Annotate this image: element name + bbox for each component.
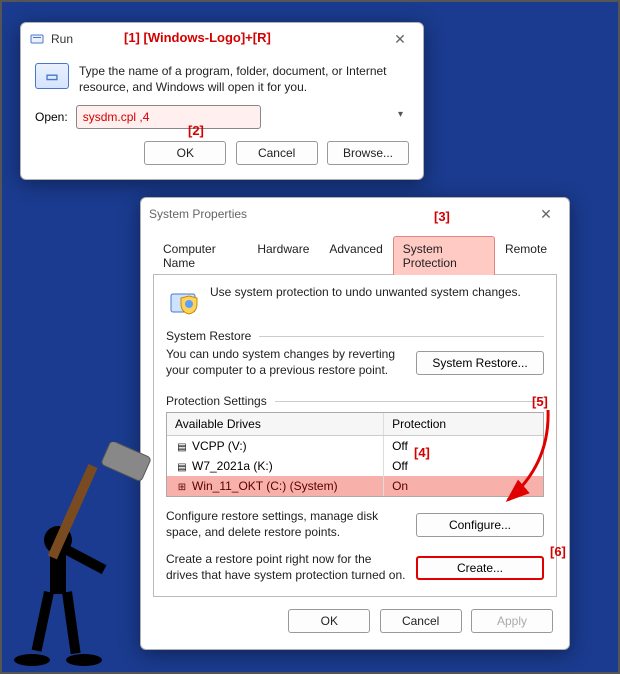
col-protection: Protection xyxy=(384,413,543,435)
drive-icon: ▤ xyxy=(175,462,189,473)
open-label: Open: xyxy=(35,110,68,124)
ok-button[interactable]: OK xyxy=(288,609,370,633)
configure-button[interactable]: Configure... xyxy=(416,513,544,537)
configure-text: Configure restore settings, manage disk … xyxy=(166,509,406,540)
drive-protection: Off xyxy=(384,436,543,456)
group-system-restore: System Restore xyxy=(166,329,251,343)
create-text: Create a restore point right now for the… xyxy=(166,552,406,583)
tab-hardware[interactable]: Hardware xyxy=(247,236,319,275)
drive-protection: Off xyxy=(384,456,543,476)
run-dialog: Run ✕ ▭ Type the name of a program, fold… xyxy=(20,22,424,180)
run-title: Run xyxy=(51,32,385,46)
group-protection-settings: Protection Settings xyxy=(166,394,267,408)
create-button[interactable]: Create... xyxy=(416,556,544,580)
drives-table: Available Drives Protection ▤VCPP (V:) O… xyxy=(166,412,544,497)
system-restore-button[interactable]: System Restore... xyxy=(416,351,544,375)
tab-advanced[interactable]: Advanced xyxy=(319,236,392,275)
drive-icon: ▤ xyxy=(175,442,189,453)
close-icon[interactable]: ✕ xyxy=(385,29,415,49)
close-icon[interactable]: ✕ xyxy=(531,204,561,224)
system-properties-dialog: System Properties ✕ Computer Name Hardwa… xyxy=(140,197,570,650)
table-row-selected[interactable]: ⊞Win_11_OKT (C:) (System) On xyxy=(167,476,543,496)
drive-icon: ⊞ xyxy=(175,482,189,493)
run-titlebar: Run ✕ xyxy=(21,23,423,55)
chevron-down-icon[interactable]: ▾ xyxy=(398,109,403,120)
cancel-button[interactable]: Cancel xyxy=(236,141,318,165)
sysprops-titlebar: System Properties ✕ xyxy=(141,198,569,230)
worker-hammer-icon xyxy=(10,442,160,672)
sysprops-title: System Properties xyxy=(149,207,531,221)
apply-button[interactable]: Apply xyxy=(471,609,553,633)
browse-button[interactable]: Browse... xyxy=(327,141,409,165)
tabs: Computer Name Hardware Advanced System P… xyxy=(153,236,557,275)
drive-protection: On xyxy=(384,476,543,496)
run-app-icon xyxy=(29,31,45,47)
col-available-drives: Available Drives xyxy=(167,413,384,435)
tab-system-protection[interactable]: System Protection xyxy=(393,236,495,275)
drive-name: W7_2021a (K:) xyxy=(192,459,273,473)
drive-name: Win_11_OKT (C:) (System) xyxy=(192,479,338,493)
drive-name: VCPP (V:) xyxy=(192,439,247,453)
run-description: Type the name of a program, folder, docu… xyxy=(79,63,409,95)
restore-text: You can undo system changes by reverting… xyxy=(166,347,406,378)
tab-computer-name[interactable]: Computer Name xyxy=(153,236,247,275)
shield-icon xyxy=(166,285,200,319)
open-input[interactable] xyxy=(76,105,261,129)
ok-button[interactable]: OK xyxy=(144,141,226,165)
tab-content: Use system protection to undo unwanted s… xyxy=(153,275,557,597)
table-row[interactable]: ▤W7_2021a (K:) Off xyxy=(167,456,543,476)
run-prompt-icon: ▭ xyxy=(35,63,69,89)
intro-text: Use system protection to undo unwanted s… xyxy=(210,285,544,301)
table-row[interactable]: ▤VCPP (V:) Off xyxy=(167,436,543,456)
cancel-button[interactable]: Cancel xyxy=(380,609,462,633)
tab-remote[interactable]: Remote xyxy=(495,236,557,275)
